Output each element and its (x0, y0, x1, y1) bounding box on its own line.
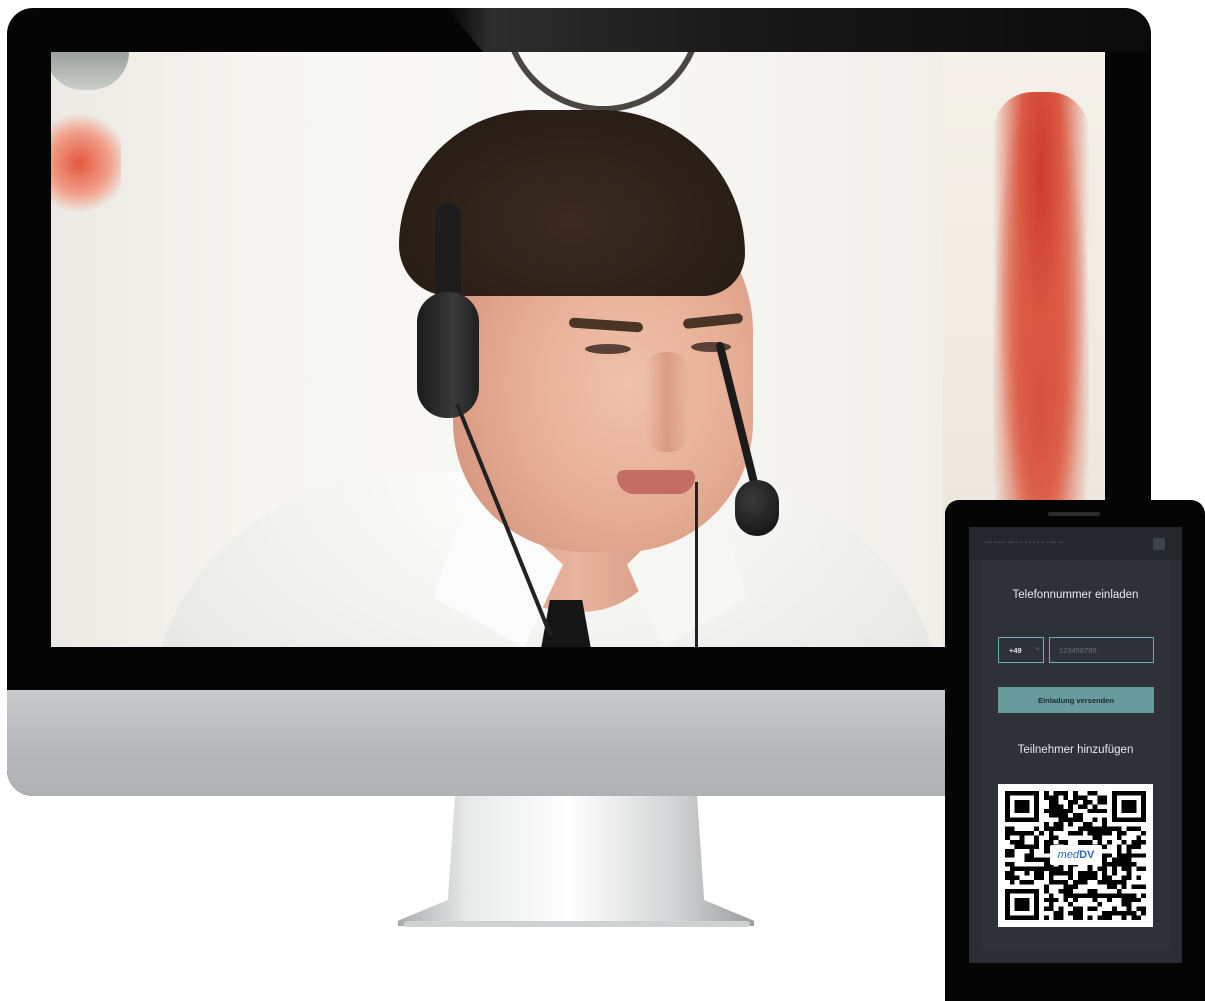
headset-earcup (417, 292, 479, 418)
meddv-logo: medDV (1050, 845, 1102, 865)
bezel-reflection (447, 8, 1151, 52)
logo-dv: DV (1079, 849, 1095, 861)
lamp-shape (51, 52, 129, 90)
phone-speaker (1048, 512, 1100, 516)
qr-code: medDV (998, 784, 1153, 927)
country-code-select[interactable]: +49 ⌵ (998, 637, 1044, 663)
invite-title: Telefonnummer einladen (1012, 589, 1139, 601)
close-icon[interactable] (1153, 538, 1165, 550)
anatomy-poster-figure (993, 92, 1089, 552)
topbar-blurred-text: ▪▪▪ ▪▪▪▪▪ ▪▪▪ ▪ ▪ ▪ ▪ ▪ ▪ ▪ ▪ ▪▪▪ ▪▪ (985, 540, 1064, 546)
country-code-value: +49 (1009, 646, 1022, 655)
chevron-down-icon: ⌵ (1035, 645, 1041, 652)
wall-clock (503, 52, 703, 112)
phone-screen: ▪▪▪ ▪▪▪▪▪ ▪▪▪ ▪ ▪ ▪ ▪ ▪ ▪ ▪ ▪ ▪▪▪ ▪▪ Tel… (969, 527, 1182, 963)
monitor-stand (398, 796, 754, 926)
phone-topbar: ▪▪▪ ▪▪▪▪▪ ▪▪▪ ▪ ▪ ▪ ▪ ▪ ▪ ▪ ▪ ▪▪▪ ▪▪ (969, 527, 1182, 560)
phone-number-input[interactable] (1049, 637, 1154, 663)
add-participants-title: Teilnehmer hinzufügen (1017, 744, 1134, 756)
send-invite-button[interactable]: Einladung versenden (998, 687, 1154, 713)
eye-left (585, 344, 631, 354)
mouth (617, 470, 695, 494)
monitor-stand-base (404, 921, 750, 927)
headset-cable-2 (695, 482, 698, 647)
wall-poster-left (51, 108, 121, 218)
headset-microphone (735, 480, 779, 536)
logo-med: med (1057, 849, 1080, 861)
nose (645, 352, 689, 452)
